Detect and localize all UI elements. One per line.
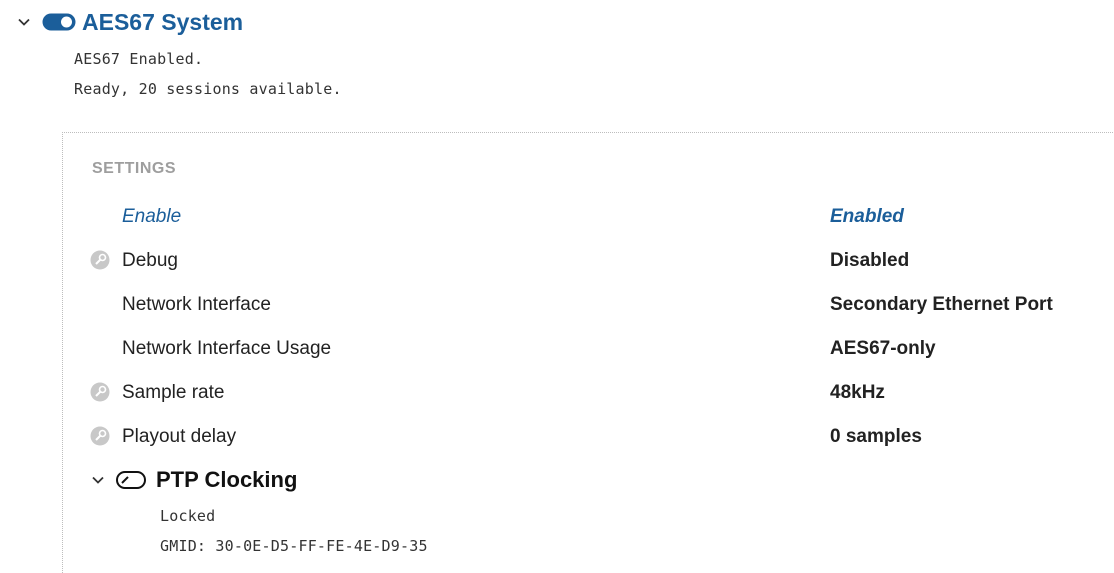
setting-label-network-interface: Network Interface: [122, 294, 271, 315]
system-status-ready: Ready, 20 sessions available.: [74, 80, 342, 98]
setting-row-network-interface: Network Interface Secondary Ethernet Por…: [0, 291, 1114, 321]
lock-icon: [90, 382, 110, 402]
system-title[interactable]: AES67 System: [82, 9, 243, 36]
setting-value-sample-rate: 48kHz: [830, 382, 885, 403]
chevron-down-icon[interactable]: [90, 472, 106, 488]
setting-label-network-interface-usage: Network Interface Usage: [122, 338, 332, 359]
toggle-off-icon: [116, 471, 146, 489]
toggle-on-icon: [42, 13, 76, 31]
setting-row-playout-delay: Playout delay 0 samples: [0, 423, 1114, 453]
ptp-status-gmid: GMID: 30-0E-D5-FF-FE-4E-D9-35: [160, 537, 428, 555]
setting-value-enable[interactable]: Enabled: [830, 206, 904, 228]
setting-row-network-interface-usage: Network Interface Usage AES67-only: [0, 335, 1114, 365]
ptp-clocking-header: PTP Clocking: [90, 465, 297, 495]
setting-label-playout-delay: Playout delay: [122, 426, 237, 447]
system-status-enabled: AES67 Enabled.: [74, 50, 204, 68]
ptp-clocking-title[interactable]: PTP Clocking: [156, 467, 297, 493]
setting-value-playout-delay: 0 samples: [830, 426, 922, 447]
setting-label-enable[interactable]: Enable: [122, 206, 181, 228]
lock-icon: [90, 250, 110, 270]
setting-row-debug: Debug Disabled: [0, 247, 1114, 277]
settings-section-label: SETTINGS: [92, 160, 177, 177]
setting-value-network-interface-usage: AES67-only: [830, 338, 936, 359]
setting-row-sample-rate: Sample rate 48kHz: [0, 379, 1114, 409]
lock-icon: [90, 426, 110, 446]
aes67-system-header: AES67 System: [16, 6, 243, 38]
setting-value-network-interface: Secondary Ethernet Port: [830, 294, 1053, 315]
setting-value-debug: Disabled: [830, 250, 910, 271]
ptp-status-locked: Locked: [160, 507, 216, 525]
setting-label-sample-rate: Sample rate: [122, 382, 225, 403]
setting-row-enable[interactable]: Enable Enabled: [0, 203, 1114, 233]
chevron-down-icon[interactable]: [16, 14, 32, 30]
setting-label-debug: Debug: [122, 250, 178, 271]
